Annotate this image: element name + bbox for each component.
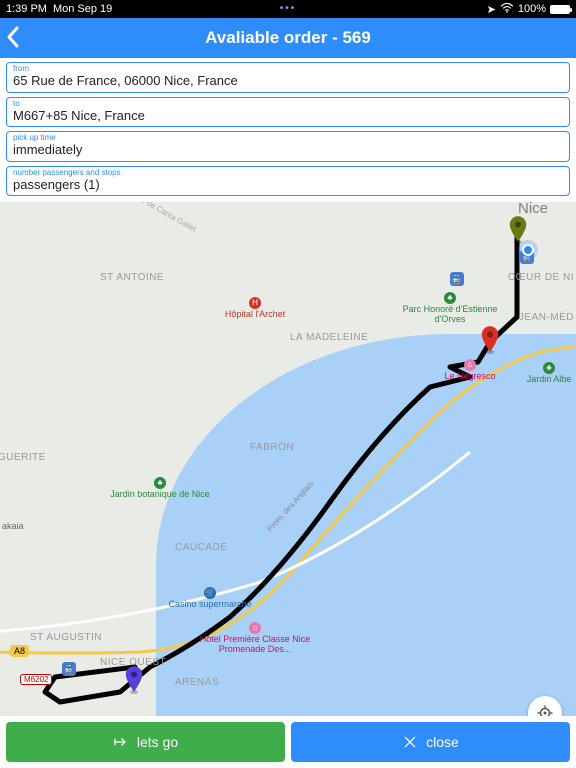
poi-casino: 🛒 Casino supermarché [150,587,270,610]
pickup-label: pick up time [13,134,563,142]
poi-parc-honore: ♣ Parc Honoré d'Estienne d'Orves [400,292,500,325]
location-arrow-icon: ➤ [487,3,496,16]
page-title: Avaliable order - 569 [205,28,371,48]
tree-icon: ♣ [543,362,555,374]
order-fields: from 65 Rue de France, 06000 Nice, Franc… [0,58,576,202]
status-time: 1:39 PM [6,3,47,15]
transit-icon: 🚆 [450,272,464,286]
close-button[interactable]: close [291,722,570,762]
to-field[interactable]: to M667+85 Nice, France [6,97,570,128]
poi-akaia: akaia [2,522,24,532]
neigh-madeleine: LA MADELEINE [290,332,368,343]
poi-hopital: H Hôpital l'Archet [210,297,300,320]
to-value: M667+85 Nice, France [13,108,563,124]
cart-icon: 🛒 [204,587,216,599]
poi-negresco: ⌂ Le Negresco [430,359,510,382]
battery-icon [550,5,570,14]
app-header: ••• Avaliable order - 569 [0,18,576,58]
hospital-icon: H [249,297,261,309]
road-shield-m6202: M6202 [20,674,52,685]
pax-label: number passengers and stops [13,169,563,177]
x-icon [402,734,418,750]
from-field[interactable]: from 65 Rue de France, 06000 Nice, Franc… [6,62,570,93]
pickup-field[interactable]: pick up time immediately [6,131,570,162]
back-button[interactable] [6,26,20,54]
transit-icon: 🚆 [62,662,76,676]
from-value: 65 Rue de France, 06000 Nice, France [13,73,563,89]
map-view[interactable]: Nice ST ANTOINE LA MADELEINE FABRON CAUC… [0,202,576,754]
pax-field[interactable]: number passengers and stops passengers (… [6,166,570,197]
action-bar: lets go close [0,716,576,768]
hotel-icon: ⌂ [464,359,476,371]
neigh-arenas: ARENAS [175,677,219,688]
close-label: close [426,734,459,750]
poi-premiere-classe: ⌂ Hôtel Première Classe Nice Promenade D… [190,622,320,655]
battery-pct: 100% [518,3,546,15]
tree-icon: ♣ [444,292,456,304]
neigh-jeanmed: JEAN-MÉD [519,312,574,323]
city-label: Nice [518,202,548,217]
lets-go-button[interactable]: lets go [6,722,285,762]
current-location-dot [522,244,534,256]
neigh-st-augustin: ST AUGUSTIN [30,632,102,643]
multitask-dots-icon: ••• [280,3,297,14]
from-label: from [13,65,563,73]
route-arrow-icon [113,734,129,750]
map-roads [0,202,576,754]
hotel-icon: ⌂ [249,622,261,634]
status-date: Mon Sep 19 [53,3,112,15]
neigh-st-antoine: ST ANTOINE [100,272,164,283]
start-pin [509,216,527,242]
mid-pin [481,326,499,352]
wifi-icon [500,3,514,16]
poi-jardin-botanique: ♣ Jardin botanique de Nice [90,477,230,500]
to-label: to [13,100,563,108]
tree-icon: ♣ [154,477,166,489]
pax-value: passengers (1) [13,177,563,193]
road-shield-a8: A8 [10,645,29,657]
poi-jardin-albe: ♣ Jardin Albe [524,362,574,385]
neigh-guerite: GUERITE [0,452,46,463]
neigh-fabron: FABRON [250,442,294,453]
lets-go-label: lets go [137,734,178,750]
end-pin [125,666,143,692]
neigh-coeur: CŒUR DE NI [508,272,574,283]
pickup-value: immediately [13,142,563,158]
neigh-caucade: CAUCADE [175,542,227,553]
